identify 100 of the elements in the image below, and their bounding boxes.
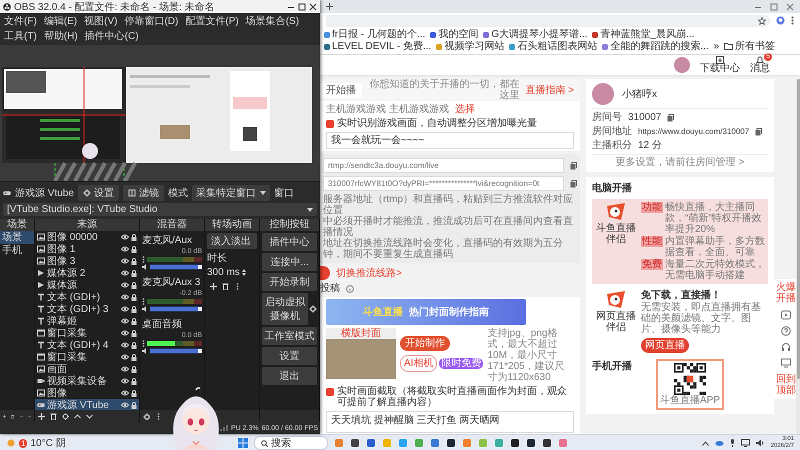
bookmark[interactable]: LEVEL DEVIL - 免费... [324,41,432,52]
source-item[interactable]: 窗口采集 [35,327,139,339]
menu-dots-icon[interactable] [791,16,794,25]
menu-item[interactable]: 编辑(E) [44,14,78,28]
ai-camera-button[interactable]: AI相机 [400,355,438,372]
eye-icon[interactable] [121,366,129,372]
eye-icon[interactable] [121,342,129,348]
scene-item[interactable]: 场景 [0,231,34,244]
trash-icon[interactable] [11,412,14,420]
trash-icon[interactable] [50,412,57,420]
source-item[interactable]: 文本 (GDI+) 4 [35,339,139,351]
menu-item[interactable]: 场景集合(S) [246,14,300,28]
lock-icon[interactable] [131,318,137,324]
copy-icon[interactable] [667,114,674,122]
control-button[interactable]: 连接中... [262,253,317,271]
bookmark[interactable]: 青神蓝熊堂_晨风崩... [592,29,694,40]
microphone-icon[interactable] [730,439,735,447]
user-avatar[interactable] [674,57,690,73]
app-icon[interactable] [542,438,552,448]
lock-icon[interactable] [131,354,137,360]
speaker-icon[interactable] [142,348,148,354]
add-icon[interactable] [210,282,217,290]
choose-link[interactable]: 选择 [454,104,475,115]
stream-key-field[interactable]: 310007rfcWY81t0O?dyPRI=***************lvi&recognition=0t [323,176,564,191]
duration-field[interactable]: 300 ms [207,267,257,278]
app-icon[interactable] [526,438,536,448]
web-stream-button[interactable]: 网页直播 [641,338,689,353]
checkbox[interactable] [326,120,334,128]
bookmark[interactable]: 全能的舞蹈跳的搜索... [602,41,709,52]
speaker-icon[interactable] [142,264,148,270]
scene-item[interactable]: 手机 [0,244,34,257]
menu-item[interactable]: 配置文件(P) [185,14,239,28]
headset-icon[interactable] [781,342,791,352]
star-icon[interactable] [758,16,766,24]
tab[interactable]: 开始播 [320,82,362,98]
app-icon[interactable] [446,438,456,448]
new-tab-icon[interactable] [326,3,333,10]
close-icon[interactable] [309,2,317,10]
bookmark[interactable]: G大调提琴小提琴谱... [483,29,588,40]
source-item[interactable]: 画面 [35,363,139,375]
source-item[interactable]: 图像 3 [35,255,139,267]
source-item[interactable]: 窗口采集 [35,351,139,363]
more-icon[interactable] [142,256,145,263]
gear-icon[interactable] [62,412,69,420]
download-center-link[interactable]: 下载中心 [700,56,740,74]
guide-link[interactable]: 直播指南 > [525,84,574,96]
server-url-field[interactable]: rtmp://sendtc3a.douyu.com/live [323,158,564,173]
eye-icon[interactable] [121,318,129,324]
source-item[interactable]: 视频采集设备 [35,375,139,387]
chevron-up-icon[interactable] [702,440,709,446]
eye-icon[interactable] [121,402,129,408]
more-icon[interactable] [142,340,145,347]
speaker-icon[interactable] [142,306,148,312]
lock-icon[interactable] [131,378,137,384]
control-button[interactable]: 插件中心 [262,233,317,251]
copy-icon[interactable] [570,180,577,188]
play-icon[interactable] [781,310,791,320]
bookmark[interactable]: fr日报 - 几何题的个... [324,29,426,40]
eye-icon[interactable] [121,270,129,276]
eye-icon[interactable] [121,330,129,336]
trash-icon[interactable] [222,282,229,290]
mode-select[interactable]: 采集特定窗口 [192,185,270,201]
monitor-icon[interactable] [781,358,791,368]
lock-icon[interactable] [131,246,137,252]
bookmark[interactable]: 石头粗话图表网站 [509,41,598,52]
switch-button[interactable] [320,266,330,280]
scrollbar[interactable] [796,79,800,434]
lock-icon[interactable] [131,234,137,240]
source-item[interactable]: 弹幕姬 [35,315,139,327]
menu-item[interactable]: 插件中心(C) [84,29,139,43]
eye-icon[interactable] [121,378,129,384]
description-field[interactable]: 天天填坑 提神醒脑 三天打鱼 两天晒网 [326,411,574,433]
lock-icon[interactable] [131,282,137,288]
lock-icon[interactable] [131,342,137,348]
title-field[interactable]: 我一会就玩一会~~~~ [326,132,574,149]
switch-line-link[interactable]: 切换推流线路> [336,268,402,278]
eye-icon[interactable] [121,258,129,264]
source-item[interactable]: 媒体源 [35,279,139,291]
all-bookmarks[interactable]: 所有书签 [724,41,776,52]
source-item[interactable]: 图像 [35,387,139,399]
lock-icon[interactable] [131,330,137,336]
bookmark[interactable]: 视频学习网站 [436,41,504,52]
source-item[interactable]: 文本 (GDI+) 3 [35,303,139,315]
filters-button[interactable]: 滤镜 [122,185,164,201]
cloud-icon[interactable] [714,440,724,446]
bookmark[interactable]: 我的空间 [430,29,478,40]
control-button[interactable]: 开始录制 [262,273,317,291]
source-item[interactable]: 媒体源 2 [35,267,139,279]
start-icon[interactable] [238,438,248,448]
lock-icon[interactable] [131,270,137,276]
lock-icon[interactable] [131,390,137,396]
app-icon[interactable] [510,438,520,448]
network-icon[interactable] [740,439,750,447]
transition-select[interactable]: 淡入淡出 [207,233,257,249]
speaker-icon[interactable] [756,439,765,447]
gear-icon[interactable] [143,412,150,420]
eye-icon[interactable] [121,306,129,312]
info-icon[interactable] [346,284,354,292]
control-button[interactable]: 工作室模式 [262,327,317,345]
source-item[interactable]: 图像 00000 [35,231,139,243]
